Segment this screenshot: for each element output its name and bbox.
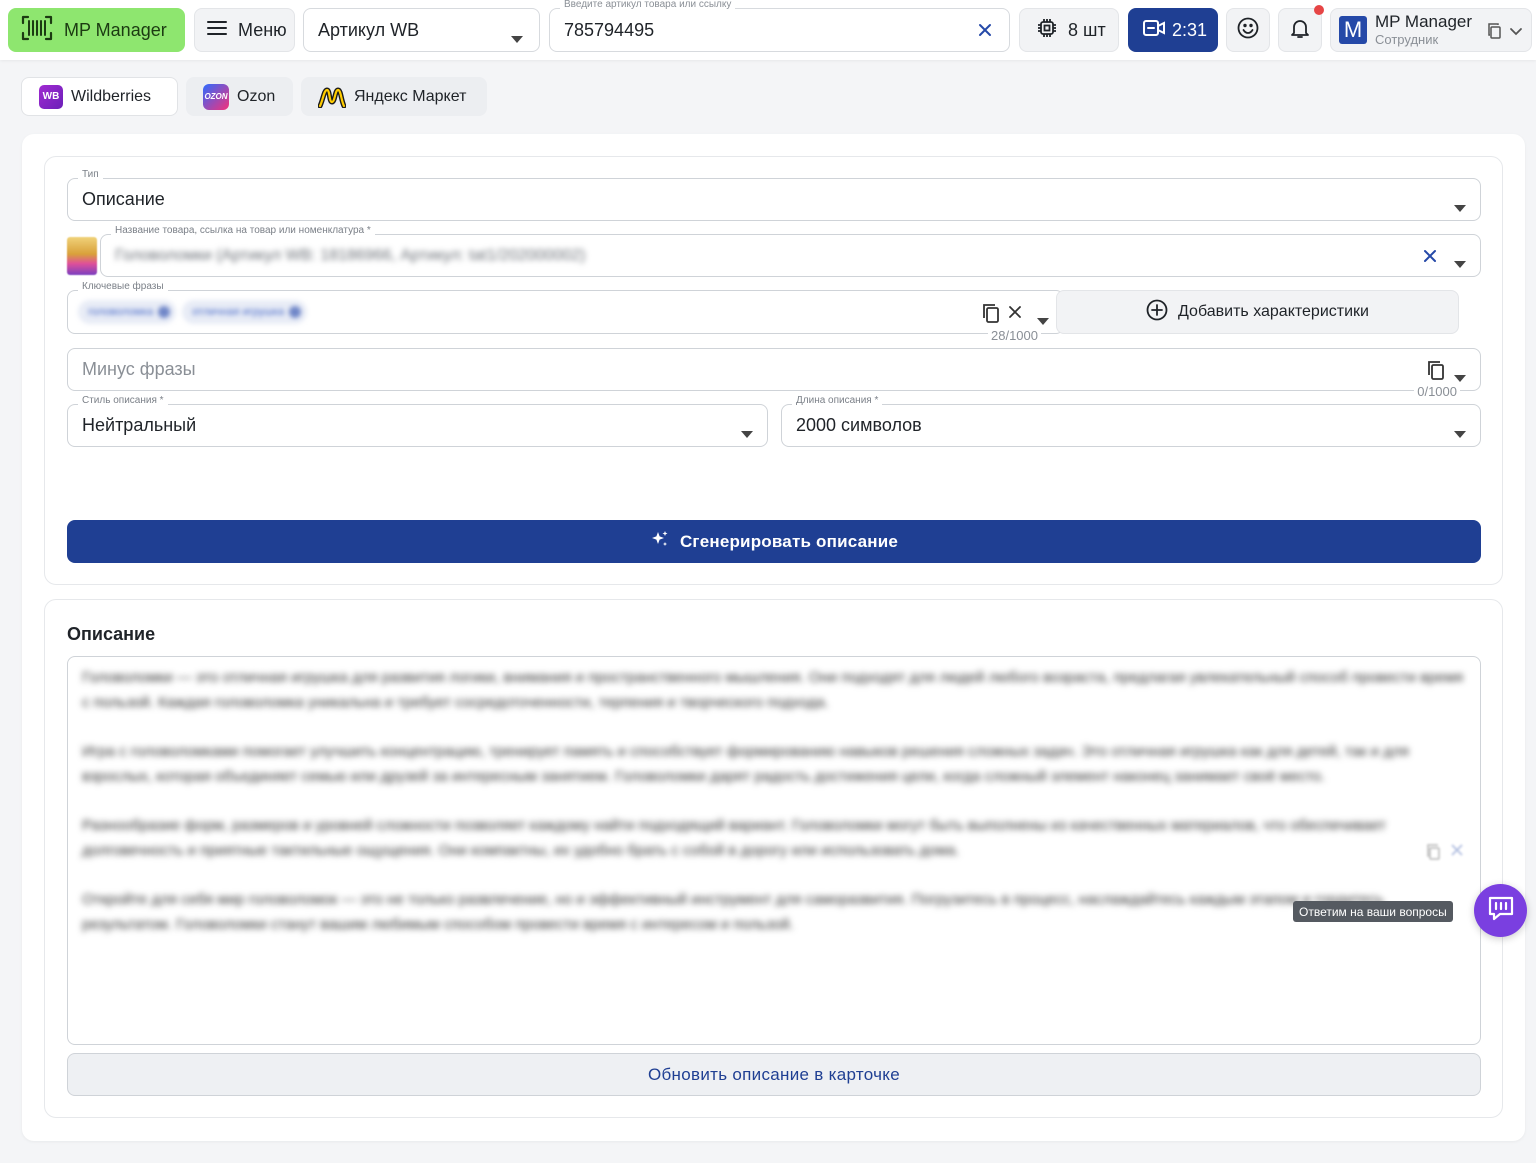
- clear-icon[interactable]: [1007, 304, 1023, 325]
- copy-icon[interactable]: [1426, 359, 1446, 386]
- product-value: Головоломки (Артикул WB: 18186966, Артик…: [115, 246, 586, 264]
- generate-description-label: Сгенерировать описание: [679, 531, 899, 551]
- type-select[interactable]: Тип Описание: [67, 169, 1481, 221]
- notifications-button[interactable]: [1278, 5, 1324, 52]
- description-paragraph: Головоломки — это отличная игрушка для р…: [82, 669, 1464, 711]
- caret-down-icon: [1037, 309, 1049, 330]
- article-type-select[interactable]: Артикул WB: [303, 8, 540, 52]
- count-label: 8 шт: [1068, 19, 1106, 40]
- product-select[interactable]: Название товара, ссылка на товар или ном…: [100, 225, 1481, 277]
- description-title: Описание: [67, 624, 156, 644]
- update-card-description-button[interactable]: Обновить описание в карточке: [67, 1053, 1481, 1096]
- article-search-input[interactable]: [564, 19, 944, 41]
- chevron-down-icon[interactable]: [1509, 22, 1523, 45]
- article-search-field[interactable]: Введите артикул товара или ссылку: [549, 0, 1010, 52]
- add-characteristics-button[interactable]: Добавить характеристики: [1056, 290, 1459, 334]
- article-type-value: Артикул WB: [318, 19, 420, 40]
- copy-icon[interactable]: [981, 302, 1001, 329]
- keyword-chip[interactable]: отличная игрушка: [182, 300, 308, 324]
- notification-dot: [1314, 5, 1324, 15]
- top-bar: MP Manager Меню Артикул WB Введите артик…: [0, 0, 1536, 60]
- remove-chip-icon[interactable]: [289, 306, 302, 318]
- wildberries-icon: WB: [39, 84, 63, 109]
- add-characteristics-label: Добавить характеристики: [1178, 303, 1369, 320]
- tab-wildberries-label: Wildberries: [71, 87, 152, 105]
- timer-label: 2:31: [1172, 19, 1208, 40]
- help-tooltip: Ответим на ваши вопросы: [1293, 901, 1453, 922]
- style-legend: Стиль описания *: [78, 395, 168, 406]
- length-legend: Длина описания *: [792, 395, 883, 406]
- menu-button[interactable]: Меню: [194, 8, 295, 52]
- type-legend: Тип: [78, 169, 103, 180]
- profile-name: MP Manager: [1375, 12, 1473, 32]
- copy-icon[interactable]: [1487, 22, 1503, 45]
- caret-down-icon: [1454, 252, 1466, 273]
- copy-icon[interactable]: [1426, 843, 1442, 866]
- description-result-card: Описание Головоломки — это отличная игру…: [44, 599, 1503, 1118]
- clear-icon[interactable]: [1420, 246, 1440, 271]
- bell-icon: [1288, 16, 1312, 45]
- clear-icon[interactable]: [1450, 843, 1464, 866]
- description-textarea[interactable]: Головоломки — это отличная игрушка для р…: [67, 656, 1481, 1045]
- length-value: 2000 символов: [796, 415, 922, 435]
- video-timer-button[interactable]: 2:31: [1128, 8, 1218, 52]
- caret-down-icon: [1454, 422, 1466, 443]
- processor-count-button[interactable]: 8 шт: [1019, 8, 1119, 52]
- smile-icon: [1236, 16, 1260, 45]
- description-paragraph: Игра с головоломками помогает улучшить к…: [82, 743, 1409, 785]
- yandex-market-icon: [318, 85, 346, 109]
- profile-role: Сотрудник: [1375, 32, 1439, 48]
- type-value: Описание: [82, 189, 165, 209]
- caret-down-icon: [741, 422, 753, 443]
- chat-icon: [1486, 893, 1516, 928]
- minus-phrases-placeholder: Минус фразы: [82, 359, 196, 379]
- help-chat-button[interactable]: [1474, 884, 1527, 937]
- clear-icon[interactable]: [975, 20, 995, 45]
- description-paragraph: Откройте для себя мир головоломок — это …: [82, 891, 1384, 933]
- style-value: Нейтральный: [82, 415, 197, 435]
- tab-wildberries[interactable]: WB Wildberries: [21, 77, 178, 116]
- remove-chip-icon[interactable]: [158, 306, 171, 318]
- keywords-field[interactable]: Ключевые фразы головоломка отличная игру…: [67, 281, 1064, 343]
- main-panel: Тип Описание Название товара, ссылка на …: [22, 134, 1525, 1141]
- hamburger-icon: [206, 20, 228, 41]
- caret-down-icon: [511, 27, 523, 48]
- chip-icon: [1036, 17, 1058, 44]
- tab-yandex-market[interactable]: Яндекс Маркет: [301, 77, 487, 116]
- video-camera-icon: [1142, 18, 1166, 43]
- logo-button[interactable]: MP Manager: [8, 8, 185, 52]
- tab-ozon-label: Ozon: [237, 87, 276, 105]
- style-select[interactable]: Стиль описания * Нейтральный: [67, 395, 768, 447]
- search-legend: Введите артикул товара или ссылку: [560, 0, 736, 10]
- plus-circle-icon: [1146, 299, 1168, 326]
- product-legend: Название товара, ссылка на товар или ном…: [111, 225, 375, 236]
- tab-ozon[interactable]: OZON Ozon: [186, 77, 293, 116]
- keywords-counter: 28/1000: [988, 328, 1041, 343]
- keyword-chip[interactable]: головоломка: [78, 300, 177, 324]
- keywords-legend: Ключевые фразы: [78, 281, 168, 292]
- sparkle-icon: [650, 529, 670, 554]
- generate-description-button[interactable]: Сгенерировать описание: [67, 520, 1481, 563]
- minus-phrases-field[interactable]: Минус фразы 0/1000: [67, 348, 1481, 399]
- menu-label: Меню: [238, 19, 287, 40]
- avatar: M: [1339, 16, 1367, 44]
- barcode-icon: [20, 13, 54, 48]
- profile-menu[interactable]: M MP Manager Сотрудник: [1330, 8, 1532, 52]
- length-select[interactable]: Длина описания * 2000 символов: [781, 395, 1481, 447]
- ozon-icon: OZON: [203, 83, 229, 110]
- caret-down-icon: [1454, 196, 1466, 217]
- feedback-button[interactable]: [1226, 8, 1270, 52]
- description-paragraph: Разнообразие форм, размеров и уровней сл…: [82, 817, 1386, 859]
- logo-label: MP Manager: [64, 19, 167, 40]
- update-card-description-label: Обновить описание в карточке: [648, 1064, 900, 1084]
- tab-yandex-market-label: Яндекс Маркет: [354, 87, 467, 105]
- minus-phrases-counter: 0/1000: [1414, 384, 1460, 399]
- generation-form-card: Тип Описание Название товара, ссылка на …: [44, 156, 1503, 585]
- product-thumbnail: [67, 237, 97, 275]
